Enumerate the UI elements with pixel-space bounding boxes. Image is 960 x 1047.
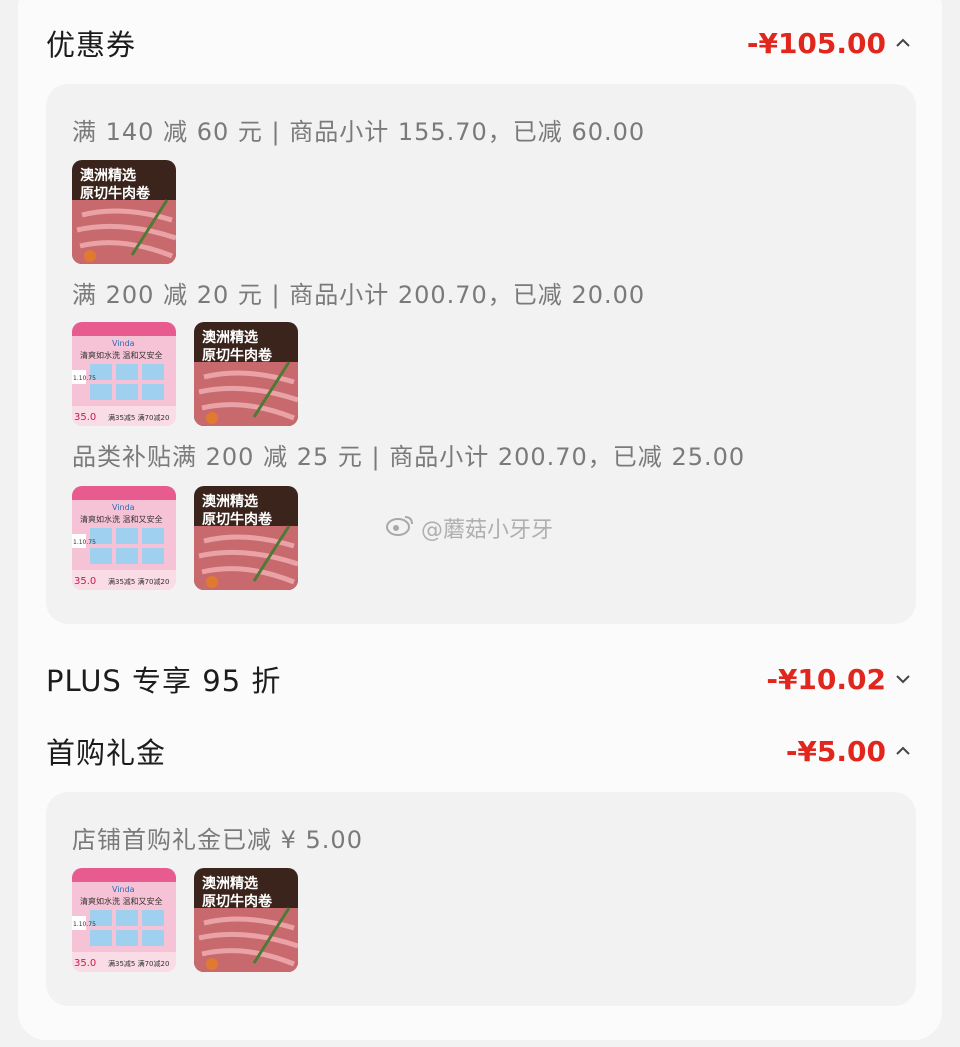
beef-line2: 原切牛肉卷 (202, 347, 273, 364)
tissue-brand: Vinda (112, 503, 135, 512)
beef-line1: 澳洲精选 (80, 167, 136, 184)
first-gift-title: 首购礼金 (46, 736, 167, 770)
tissue-brand: Vinda (112, 885, 135, 894)
coupon-rule-3: 品类补贴满 200 减 25 元 | 商品小计 200.70，已减 25.00 (72, 443, 746, 471)
watermark-text: @蘑菇小牙牙 (421, 518, 554, 543)
first-gift-row[interactable]: 首购礼金 -¥5.00 (46, 726, 914, 776)
product-thumb-tissue[interactable]: Vinda 清爽如水洗 温和又安全 1.10.75 35.0 满35减5 满70… (72, 868, 176, 972)
tissue-price: 35.0 (74, 958, 96, 969)
tissue-price: 35.0 (74, 576, 96, 587)
tissue-brand: Vinda (112, 339, 135, 348)
beef-line1: 澳洲精选 (202, 875, 258, 892)
product-thumb-beef[interactable]: 澳洲精选 原切牛肉卷 (72, 160, 176, 264)
coupon-rule-2: 满 200 减 20 元 | 商品小计 200.70，已减 20.00 (72, 281, 646, 309)
coupon-row[interactable]: 优惠券 -¥105.00 (46, 18, 914, 68)
tissue-badge: 1.10.75 (73, 539, 96, 546)
tissue-promo: 满35减5 满70减20 (108, 959, 169, 968)
chevron-up-icon[interactable] (892, 740, 914, 762)
tissue-caption: 清爽如水洗 温和又安全 (80, 896, 163, 906)
beef-line2: 原切牛肉卷 (202, 893, 273, 910)
watermark: @蘑菇小牙牙 (385, 512, 553, 544)
tissue-promo: 满35减5 满70减20 (108, 413, 169, 422)
first-gift-amount: -¥5.00 (785, 734, 886, 768)
plus-amount: -¥10.02 (766, 662, 886, 696)
tissue-badge: 1.10.75 (73, 921, 96, 928)
product-thumb-beef[interactable]: 澳洲精选 原切牛肉卷 (194, 486, 298, 590)
coupon-rule-1: 满 140 减 60 元 | 商品小计 155.70，已减 60.00 (72, 118, 646, 146)
coupon-amount: -¥105.00 (746, 26, 886, 60)
tissue-caption: 清爽如水洗 温和又安全 (80, 514, 163, 524)
plus-row[interactable]: PLUS 专享 95 折 -¥10.02 (46, 654, 914, 704)
product-thumb-tissue[interactable]: Vinda 清爽如水洗 温和又安全 1.10.75 35.0 满35减5 满70… (72, 322, 176, 426)
tissue-caption: 清爽如水洗 温和又安全 (80, 350, 163, 360)
tissue-badge: 1.10.75 (73, 375, 96, 382)
beef-line1: 澳洲精选 (202, 329, 258, 346)
beef-line2: 原切牛肉卷 (202, 511, 273, 528)
product-thumb-beef[interactable]: 澳洲精选 原切牛肉卷 (194, 322, 298, 426)
chevron-down-icon[interactable] (892, 668, 914, 690)
first-gift-panel: 店铺首购礼金已减 ¥ 5.00 Vinda 清爽如水洗 温和又安全 1.10.7… (46, 792, 916, 1006)
first-gift-rule: 店铺首购礼金已减 ¥ 5.00 (72, 826, 363, 854)
beef-line2: 原切牛肉卷 (80, 185, 151, 202)
plus-title: PLUS 专享 95 折 (46, 664, 282, 698)
beef-line1: 澳洲精选 (202, 493, 258, 510)
product-thumb-tissue[interactable]: Vinda 清爽如水洗 温和又安全 1.10.75 35.0 满35减5 满70… (72, 486, 176, 590)
tissue-price: 35.0 (74, 412, 96, 423)
weibo-icon (385, 513, 415, 543)
tissue-promo: 满35减5 满70减20 (108, 577, 169, 586)
coupon-title: 优惠券 (46, 28, 137, 62)
product-thumb-beef[interactable]: 澳洲精选 原切牛肉卷 (194, 868, 298, 972)
chevron-up-icon[interactable] (892, 32, 914, 54)
